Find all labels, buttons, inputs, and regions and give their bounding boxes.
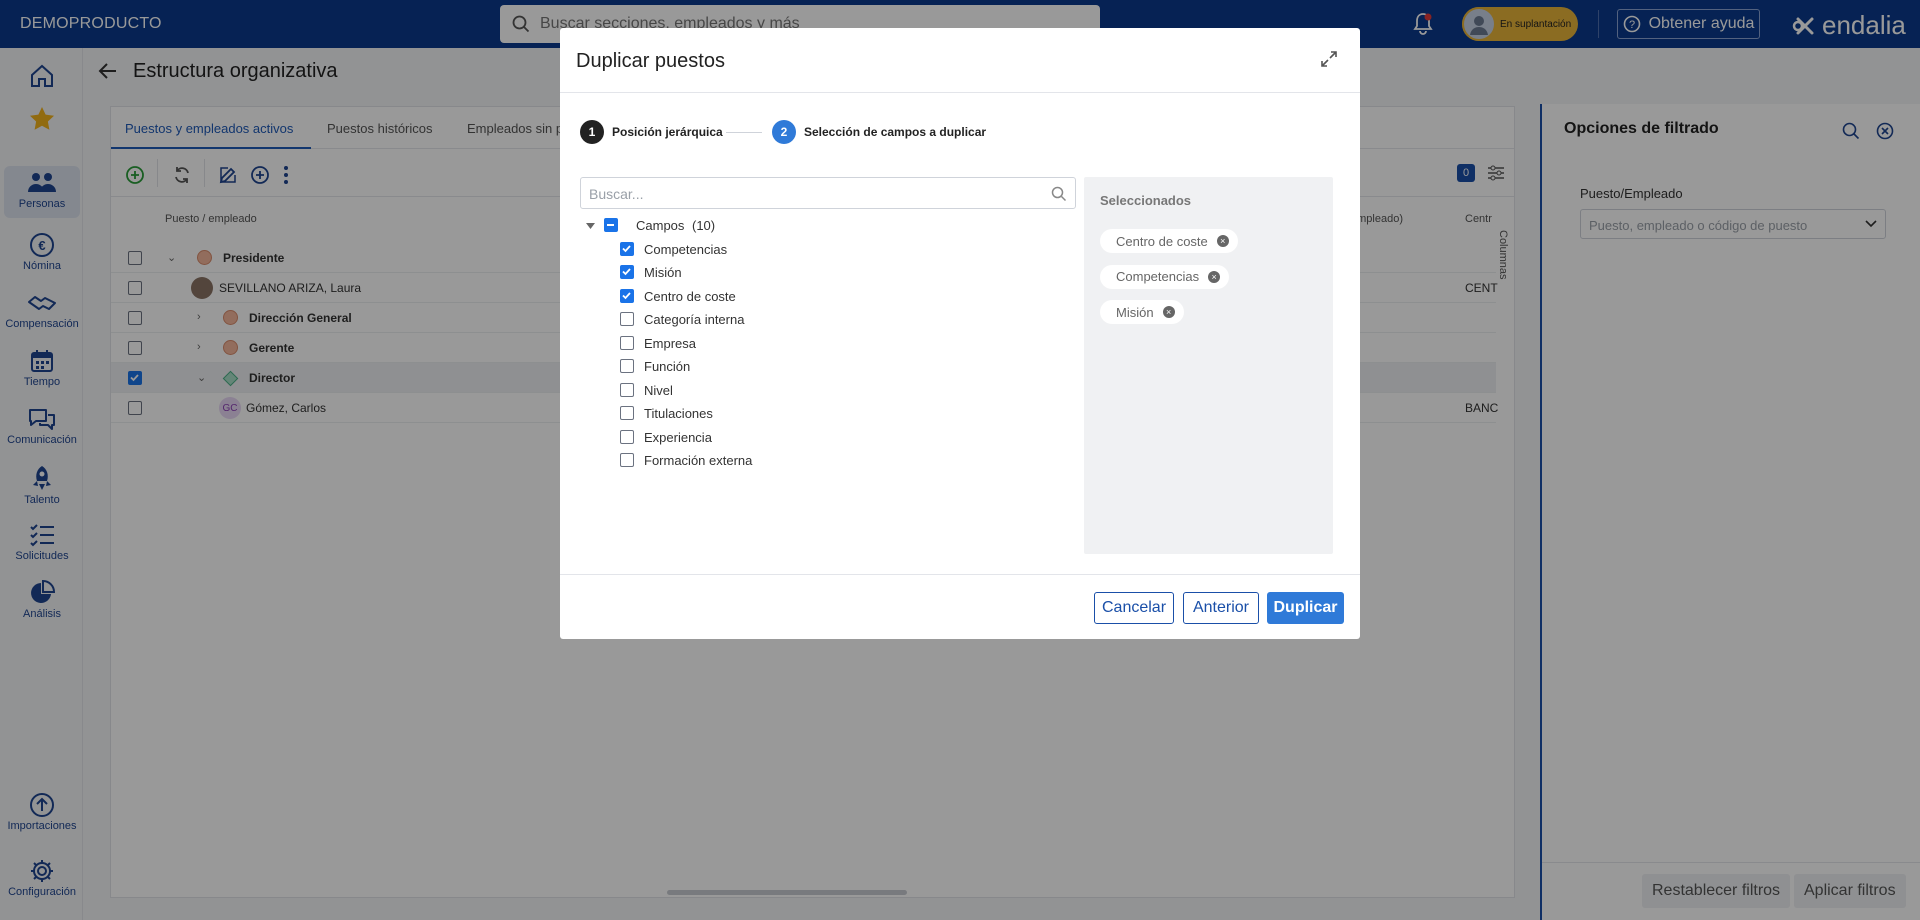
selected-field-chip: Competencias × — [1100, 264, 1230, 289]
field-label: Nivel — [644, 382, 673, 398]
field-option[interactable]: Titulaciones — [620, 404, 920, 424]
field-label: Función — [644, 359, 691, 374]
duplicate-button[interactable]: Duplicar — [1267, 592, 1344, 624]
chip-label: Misión — [1116, 304, 1154, 320]
field-checkbox[interactable] — [620, 406, 634, 420]
field-label: Centro de coste — [644, 288, 736, 304]
fields-root-label: Campos — [636, 218, 685, 233]
step-1-label: Posición jerárquica — [612, 125, 723, 139]
field-checkbox-checked[interactable] — [620, 265, 634, 279]
field-option[interactable]: Misión — [620, 263, 920, 283]
expand-icon[interactable] — [1320, 50, 1338, 68]
remove-chip-icon[interactable]: × — [1162, 306, 1175, 318]
fields-search-input[interactable]: Buscar... — [580, 177, 1076, 209]
field-checkbox-checked[interactable] — [620, 241, 634, 256]
dialog-footer-divider — [560, 574, 1360, 575]
field-label: Empresa — [644, 335, 697, 351]
field-label: Experiencia — [644, 429, 712, 445]
field-option[interactable]: Experiencia — [620, 428, 920, 448]
field-option[interactable]: Nivel — [620, 381, 920, 401]
field-checkbox[interactable] — [620, 312, 634, 326]
selected-field-chip: Centro de coste × — [1100, 229, 1238, 253]
selected-fields-title: Seleccionados — [1100, 193, 1192, 208]
field-option[interactable]: Competencias — [620, 240, 920, 260]
field-checkbox[interactable] — [620, 429, 634, 444]
duplicate-positions-dialog: Duplicar puestos 1 Posición jerárquica 2… — [560, 28, 1360, 639]
previous-button[interactable]: Anterior — [1183, 592, 1259, 624]
field-label: Competencias — [644, 241, 728, 257]
step-2-label: Selección de campos a duplicar — [804, 125, 987, 139]
chip-label: Centro de coste — [1116, 233, 1208, 249]
selected-fields-panel: Seleccionados Centro de coste × Competenci… — [1084, 177, 1333, 554]
field-option[interactable]: Formación externa — [620, 451, 920, 471]
dialog-header-divider — [560, 92, 1360, 93]
field-checkbox[interactable] — [620, 335, 634, 350]
field-option[interactable]: Función — [620, 357, 920, 377]
fields-root-node[interactable]: Campos (10) — [580, 216, 880, 236]
stepper-connector — [726, 132, 762, 133]
remove-chip-icon[interactable]: × — [1216, 235, 1229, 247]
field-checkbox[interactable] — [620, 382, 634, 397]
field-checkbox[interactable] — [620, 359, 634, 373]
cancel-button[interactable]: Cancelar — [1094, 592, 1174, 624]
remove-chip-icon[interactable]: × — [1208, 270, 1221, 283]
field-label: Formación externa — [644, 453, 753, 468]
field-option[interactable]: Categoría interna — [620, 310, 920, 330]
field-checkbox[interactable] — [620, 453, 634, 467]
dialog-title: Duplicar puestos — [576, 50, 725, 72]
fields-search-placeholder: Buscar... — [589, 186, 644, 202]
field-label: Misión — [644, 265, 682, 280]
fields-root-checkbox[interactable] — [604, 218, 618, 232]
field-checkbox-checked[interactable] — [620, 288, 634, 303]
search-icon — [1051, 186, 1067, 202]
selected-field-chip: Misión × — [1100, 300, 1184, 324]
step-2-number: 2 — [772, 120, 796, 144]
field-label: Titulaciones — [644, 406, 713, 421]
field-option[interactable]: Centro de coste — [620, 287, 920, 307]
field-label: Categoría interna — [644, 312, 745, 327]
fields-root-count: (10) — [692, 218, 716, 233]
chip-label: Competencias — [1116, 269, 1200, 284]
field-option[interactable]: Empresa — [620, 334, 920, 354]
step-1-number: 1 — [580, 120, 604, 144]
chevron-down-icon[interactable] — [586, 223, 595, 229]
